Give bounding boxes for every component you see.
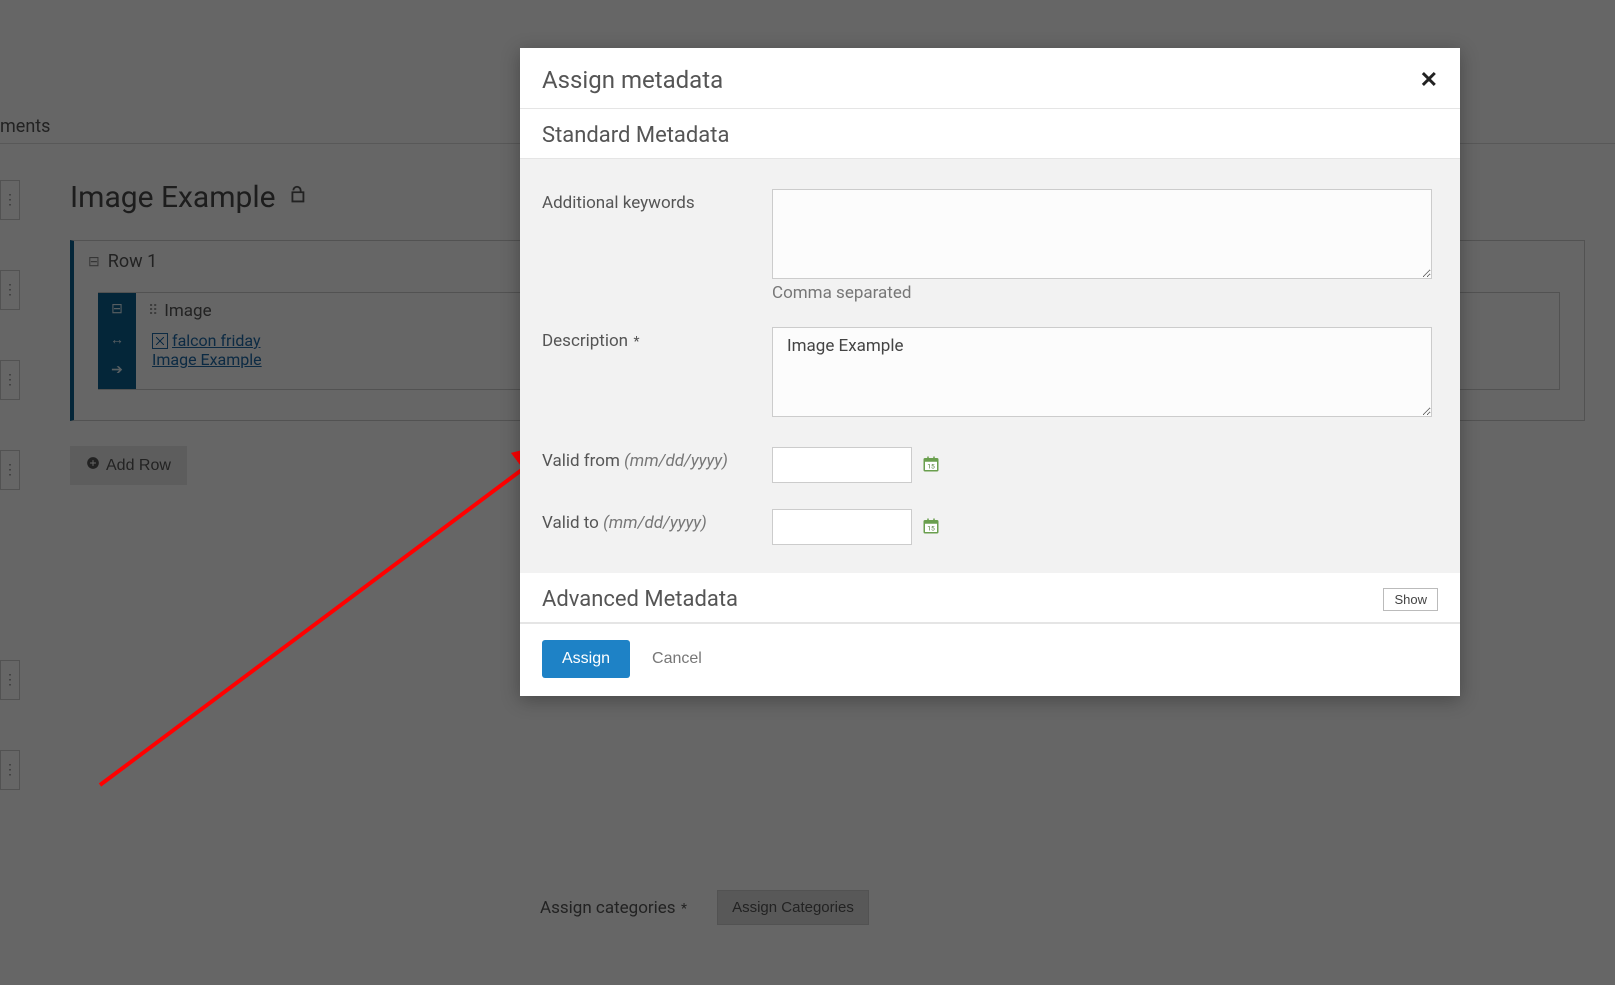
svg-text:15: 15 [927, 463, 935, 471]
keywords-input[interactable] [772, 189, 1432, 279]
valid-from-label: Valid from (mm/dd/yyyy) [542, 447, 772, 483]
advanced-metadata-heading: Advanced Metadata Show [520, 573, 1460, 623]
calendar-icon[interactable]: 15 [922, 517, 940, 535]
description-label: Description * [542, 327, 772, 417]
required-star: * [630, 334, 640, 350]
valid-to-row: Valid to (mm/dd/yyyy) 15 [542, 509, 1438, 545]
valid-from-input[interactable] [772, 447, 912, 483]
keywords-row: Additional keywords [542, 189, 1438, 279]
calendar-icon[interactable]: 15 [922, 455, 940, 473]
valid-to-input[interactable] [772, 509, 912, 545]
assign-button[interactable]: Assign [542, 640, 630, 678]
svg-text:15: 15 [927, 525, 935, 533]
assign-metadata-modal: Assign metadata ✕ Standard Metadata Addi… [520, 48, 1460, 696]
valid-to-label: Valid to (mm/dd/yyyy) [542, 509, 772, 545]
form-area: Additional keywords Comma separated Desc… [520, 159, 1460, 573]
show-advanced-button[interactable]: Show [1383, 588, 1438, 611]
description-input[interactable] [772, 327, 1432, 417]
cancel-button[interactable]: Cancel [652, 650, 702, 668]
keywords-helper: Comma separated [772, 283, 1438, 303]
description-row: Description * [542, 327, 1438, 417]
standard-metadata-heading: Standard Metadata [520, 109, 1460, 159]
modal-title: Assign metadata [542, 66, 723, 94]
valid-from-row: Valid from (mm/dd/yyyy) 15 [542, 447, 1438, 483]
standard-metadata-text: Standard Metadata [542, 123, 729, 148]
close-icon[interactable]: ✕ [1420, 68, 1438, 93]
keywords-label: Additional keywords [542, 189, 772, 279]
modal-header: Assign metadata ✕ [520, 48, 1460, 109]
modal-footer: Assign Cancel [520, 623, 1460, 696]
advanced-metadata-text: Advanced Metadata [542, 587, 738, 612]
